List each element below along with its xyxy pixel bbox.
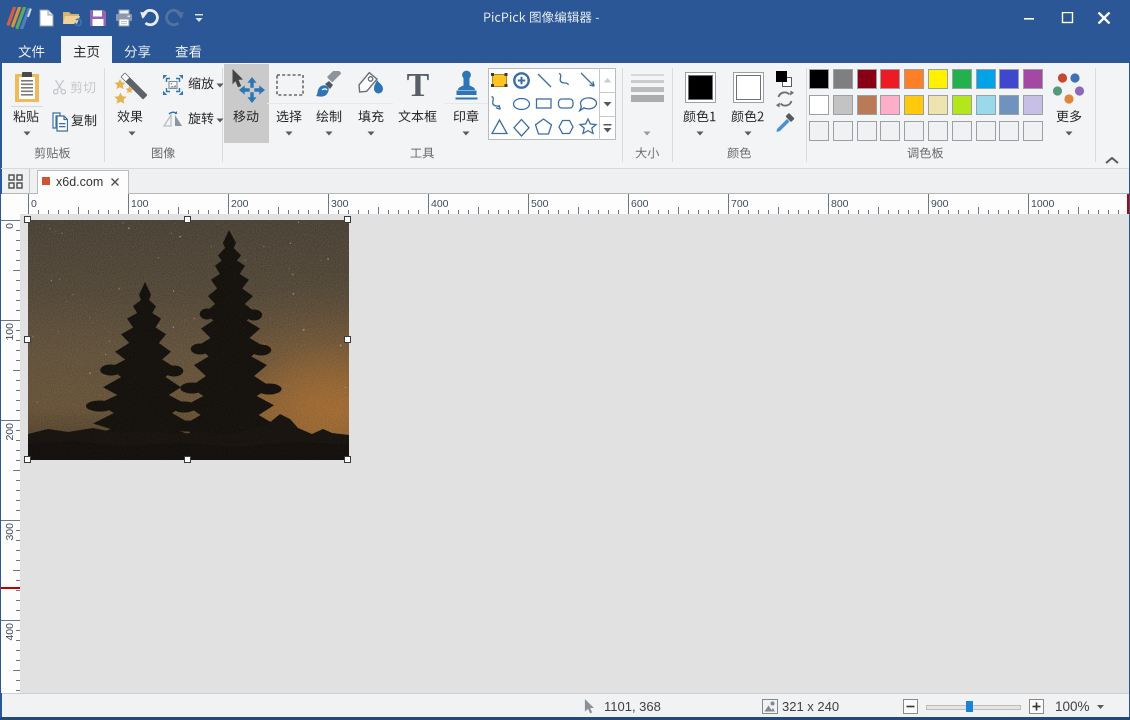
svg-text:0: 0 bbox=[4, 223, 16, 229]
svg-text:800: 800 bbox=[831, 198, 849, 210]
svg-text:T: T bbox=[407, 70, 430, 100]
svg-text:0: 0 bbox=[31, 198, 37, 210]
svg-text:600: 600 bbox=[631, 198, 649, 210]
svg-text:700: 700 bbox=[731, 198, 749, 210]
svg-text:100: 100 bbox=[131, 198, 149, 210]
svg-text:1000: 1000 bbox=[1031, 198, 1055, 210]
svg-text:300: 300 bbox=[4, 523, 16, 541]
svg-text:900: 900 bbox=[931, 198, 949, 210]
svg-text:200: 200 bbox=[4, 423, 16, 441]
svg-text:400: 400 bbox=[4, 623, 16, 641]
svg-text:400: 400 bbox=[431, 198, 449, 210]
svg-text:500: 500 bbox=[531, 198, 549, 210]
svg-text:300: 300 bbox=[331, 198, 349, 210]
svg-text:100: 100 bbox=[4, 323, 16, 341]
svg-text:200: 200 bbox=[231, 198, 249, 210]
